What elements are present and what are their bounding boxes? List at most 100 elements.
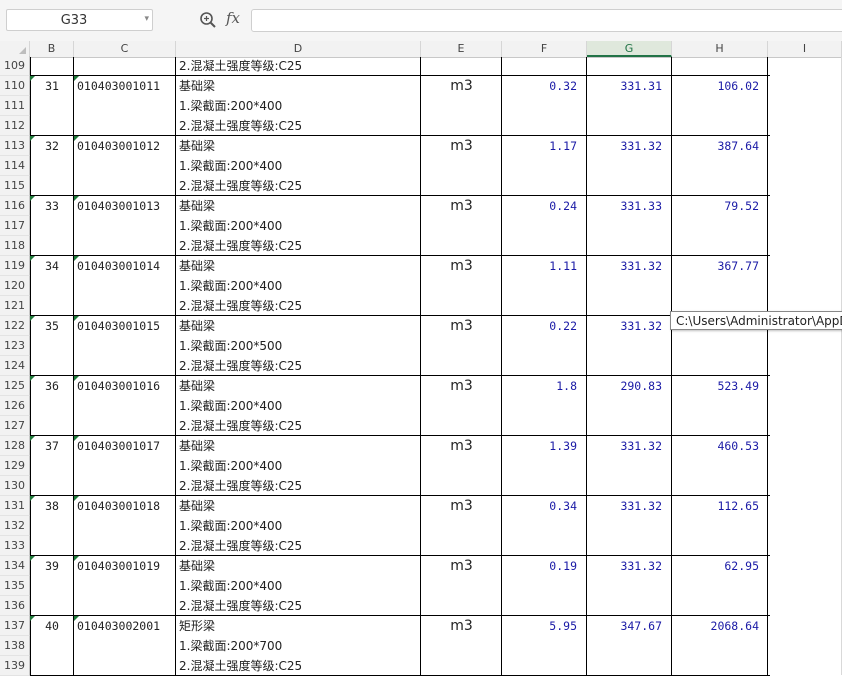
name-box[interactable]: G33 ▾ [6, 9, 153, 31]
column-header-e[interactable]: E [421, 41, 502, 57]
row-header[interactable]: 114 [0, 156, 30, 176]
cell-item-name[interactable]: 基础梁 [176, 436, 421, 456]
column-header-i[interactable]: I [768, 41, 842, 57]
cell-spec[interactable]: 2.混凝土强度等级:C25 [176, 116, 421, 136]
row-header[interactable]: 117 [0, 216, 30, 236]
row-header[interactable]: 137 [0, 616, 30, 636]
cell-total[interactable]: 523.49 [672, 376, 759, 396]
row-header[interactable]: 133 [0, 536, 30, 556]
cell-item-no[interactable]: 32 [30, 136, 74, 156]
zoom-icon[interactable] [199, 11, 217, 29]
row-header[interactable]: 138 [0, 636, 30, 656]
cell-total[interactable]: 62.95 [672, 556, 759, 576]
cell-unit-price[interactable]: 331.32 [587, 556, 662, 576]
cell-total[interactable]: 79.52 [672, 196, 759, 216]
cell-unit-price[interactable]: 331.32 [587, 316, 662, 336]
cell-spec[interactable]: 2.混凝土强度等级:C25 [176, 296, 421, 316]
cell-unit[interactable]: m3 [421, 76, 502, 96]
cell-quantity[interactable]: 0.34 [502, 496, 577, 516]
cell-total[interactable]: 387.64 [672, 136, 759, 156]
cell-quantity[interactable]: 1.8 [502, 376, 577, 396]
cell-item-code[interactable]: 010403001013 [74, 196, 176, 216]
cell-unit-price[interactable]: 331.33 [587, 196, 662, 216]
cell-item-code[interactable]: 010403001019 [74, 556, 176, 576]
cell-spec[interactable]: 2.混凝土强度等级:C25 [176, 416, 421, 436]
cell-item-name[interactable]: 基础梁 [176, 376, 421, 396]
cell-unit[interactable]: m3 [421, 496, 502, 516]
column-header-d[interactable]: D [176, 41, 421, 57]
cell-unit-price[interactable]: 331.31 [587, 76, 662, 96]
cell-item-name[interactable]: 基础梁 [176, 76, 421, 96]
cell-quantity[interactable]: 0.22 [502, 316, 577, 336]
cell-item-no[interactable]: 39 [30, 556, 74, 576]
row-header[interactable]: 109 [0, 56, 30, 76]
cell-unit-price[interactable]: 347.67 [587, 616, 662, 636]
fx-icon[interactable]: fx [226, 9, 240, 27]
row-header[interactable]: 136 [0, 596, 30, 616]
cell-quantity[interactable]: 1.39 [502, 436, 577, 456]
column-header-g[interactable]: G [587, 41, 672, 57]
cell-unit[interactable]: m3 [421, 376, 502, 396]
cell-spec[interactable]: 1.梁截面:200*400 [176, 96, 421, 116]
cell-spec[interactable]: 1.梁截面:200*400 [176, 156, 421, 176]
cell-item-name[interactable]: 基础梁 [176, 136, 421, 156]
cell-total[interactable]: 112.65 [672, 496, 759, 516]
cell-quantity[interactable]: 1.11 [502, 256, 577, 276]
cell-spec[interactable]: 1.梁截面:200*400 [176, 516, 421, 536]
row-header[interactable]: 124 [0, 356, 30, 376]
row-header[interactable]: 126 [0, 396, 30, 416]
cell-unit-price[interactable]: 331.32 [587, 136, 662, 156]
cell-spec[interactable]: 2.混凝土强度等级:C25 [176, 596, 421, 616]
column-header-c[interactable]: C [74, 41, 176, 57]
row-header[interactable]: 134 [0, 556, 30, 576]
cell-unit-price[interactable]: 331.32 [587, 496, 662, 516]
cell-spec[interactable]: 1.梁截面:200*400 [176, 216, 421, 236]
cell-spec[interactable]: 2.混凝土强度等级:C25 [176, 656, 421, 676]
cell-item-code[interactable]: 010403001017 [74, 436, 176, 456]
column-header-b[interactable]: B [30, 41, 74, 57]
cell-total[interactable]: 367.77 [672, 256, 759, 276]
chevron-down-icon[interactable]: ▾ [144, 14, 149, 24]
cell-spec[interactable]: 1.梁截面:200*400 [176, 396, 421, 416]
cell-item-name[interactable]: 基础梁 [176, 496, 421, 516]
row-header[interactable]: 120 [0, 276, 30, 296]
column-header-f[interactable]: F [502, 41, 587, 57]
cell-unit-price[interactable]: 290.83 [587, 376, 662, 396]
cell-item-name[interactable]: 基础梁 [176, 256, 421, 276]
row-header[interactable]: 112 [0, 116, 30, 136]
row-header[interactable]: 113 [0, 136, 30, 156]
cell-item-no[interactable]: 40 [30, 616, 74, 636]
cell-item-no[interactable]: 36 [30, 376, 74, 396]
cell-spec[interactable]: 1.梁截面:200*500 [176, 336, 421, 356]
cell-spec[interactable]: 2.混凝土强度等级:C25 [176, 536, 421, 556]
row-header[interactable]: 135 [0, 576, 30, 596]
cell-unit-price[interactable]: 331.32 [587, 256, 662, 276]
cell-spec[interactable]: 2.混凝土强度等级:C25 [176, 476, 421, 496]
cell-unit[interactable]: m3 [421, 436, 502, 456]
cell-item-code[interactable]: 010403001015 [74, 316, 176, 336]
cell-spec[interactable]: 1.梁截面:200*400 [176, 456, 421, 476]
cell-item-code[interactable]: 010403001018 [74, 496, 176, 516]
cell-quantity[interactable]: 0.32 [502, 76, 577, 96]
cell-quantity[interactable]: 5.95 [502, 616, 577, 636]
row-header[interactable]: 139 [0, 656, 30, 676]
cell-unit-price[interactable]: 331.32 [587, 436, 662, 456]
cell-item-no[interactable]: 35 [30, 316, 74, 336]
cell-spec[interactable]: 1.梁截面:200*400 [176, 576, 421, 596]
row-header[interactable]: 123 [0, 336, 30, 356]
cell-item-code[interactable]: 010403001011 [74, 76, 176, 96]
cell-item-no[interactable]: 34 [30, 256, 74, 276]
row-header[interactable]: 116 [0, 196, 30, 216]
row-header[interactable]: 129 [0, 456, 30, 476]
row-header[interactable]: 125 [0, 376, 30, 396]
row-header[interactable]: 121 [0, 296, 30, 316]
cell-total[interactable]: 2068.64 [672, 616, 759, 636]
cell-unit[interactable]: m3 [421, 556, 502, 576]
cell-unit[interactable]: m3 [421, 136, 502, 156]
select-all-corner[interactable] [0, 41, 30, 57]
cell-unit[interactable]: m3 [421, 256, 502, 276]
row-header[interactable]: 110 [0, 76, 30, 96]
cell-item-name[interactable]: 矩形梁 [176, 616, 421, 636]
row-header[interactable]: 118 [0, 236, 30, 256]
row-header[interactable]: 122 [0, 316, 30, 336]
